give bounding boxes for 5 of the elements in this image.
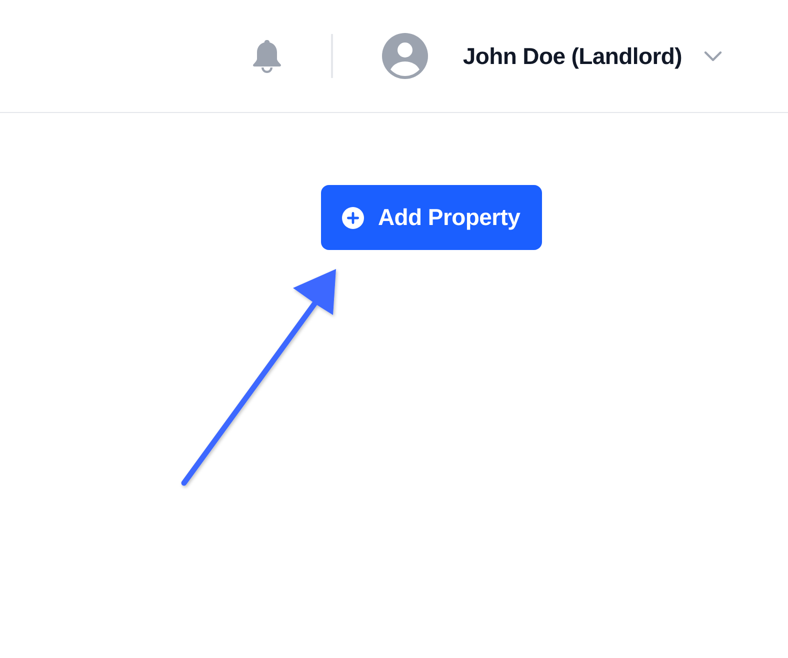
user-avatar-icon[interactable] <box>382 33 428 79</box>
plus-circle-icon <box>342 206 364 228</box>
chevron-down-icon[interactable] <box>704 50 722 62</box>
user-name[interactable]: John Doe (Landlord) <box>462 38 682 74</box>
add-property-button[interactable]: Add Property <box>321 185 542 250</box>
